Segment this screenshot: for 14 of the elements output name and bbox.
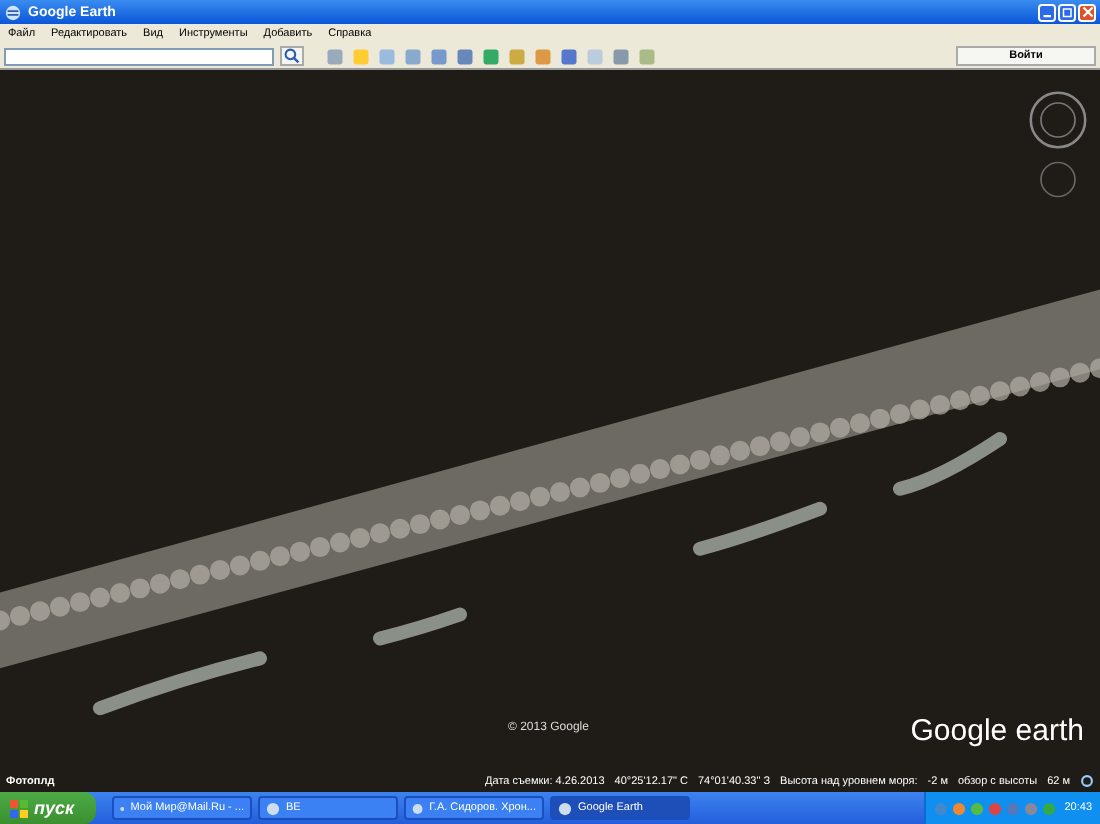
- app-icon: [266, 801, 280, 815]
- search-field[interactable]: [4, 47, 274, 65]
- windows-logo-icon: [10, 799, 28, 817]
- restore-button[interactable]: [1058, 3, 1076, 21]
- minimize-button[interactable]: [1038, 3, 1056, 21]
- close-button[interactable]: [1078, 3, 1096, 21]
- search-button[interactable]: [280, 46, 304, 66]
- app-icon: [558, 801, 572, 815]
- restore-icon: [1061, 6, 1073, 18]
- logo: Google earth: [910, 714, 1084, 748]
- search-icon: [284, 48, 300, 64]
- app-icon: [412, 801, 424, 815]
- close-icon: [1081, 6, 1093, 18]
- loading-icon: [1080, 774, 1094, 788]
